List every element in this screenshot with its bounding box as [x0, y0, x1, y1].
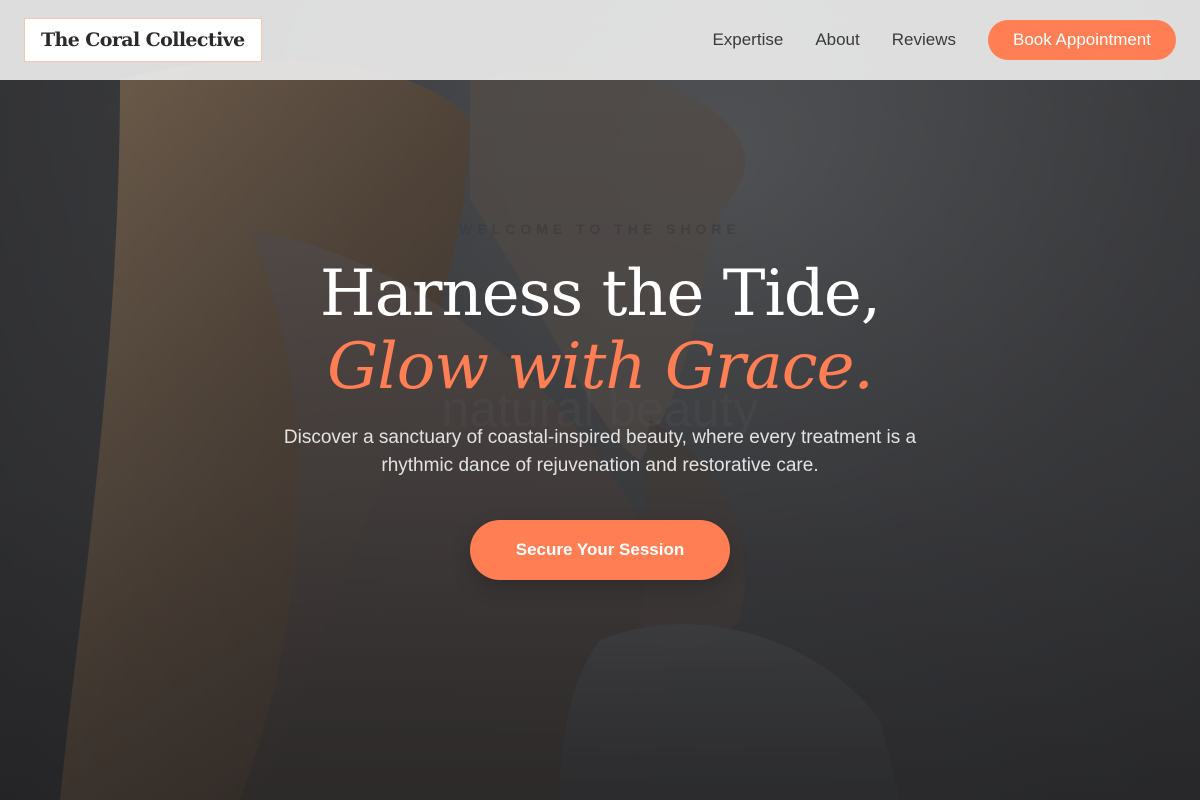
hero-section: Welcome to the shore natural beauty Harn…	[0, 0, 1200, 800]
nav-link-about[interactable]: About	[815, 30, 859, 50]
hero-subtitle: Discover a sanctuary of coastal-inspired…	[283, 427, 917, 476]
hero-eyebrow: Welcome to the shore	[459, 221, 741, 237]
nav-link-expertise[interactable]: Expertise	[712, 30, 783, 50]
hero-title-accent: Glow with Grace.	[327, 330, 874, 404]
hero-title: Harness the Tide,	[319, 257, 881, 331]
hero-content: Welcome to the shore natural beauty Harn…	[0, 0, 1200, 800]
main-nav: Expertise About Reviews Book Appointment	[712, 20, 1176, 60]
secure-session-button[interactable]: Secure Your Session	[470, 520, 730, 580]
book-appointment-button[interactable]: Book Appointment	[988, 20, 1176, 60]
site-logo[interactable]: The Coral Collective	[24, 18, 262, 62]
site-header: The Coral Collective Expertise About Rev…	[0, 0, 1200, 80]
nav-link-reviews[interactable]: Reviews	[892, 30, 956, 50]
